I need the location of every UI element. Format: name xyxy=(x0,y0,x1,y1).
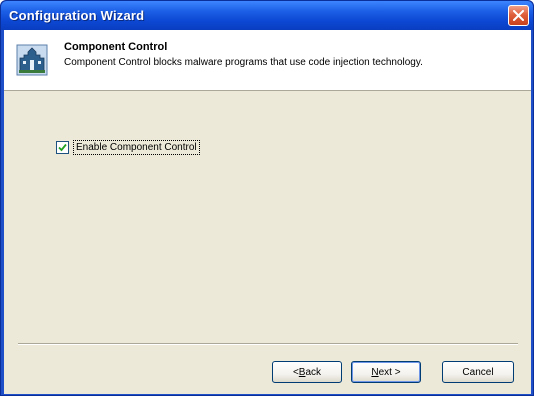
back-button[interactable]: < Back xyxy=(272,361,342,383)
window-title: Configuration Wizard xyxy=(9,8,145,23)
checkmark-icon xyxy=(58,143,67,151)
button-separator xyxy=(18,343,518,345)
wizard-header: Component Control Component Control bloc… xyxy=(4,30,531,91)
back-rest: ack xyxy=(305,366,322,378)
next-accel: N xyxy=(371,366,379,378)
close-x-icon xyxy=(513,10,524,21)
enable-component-control-option[interactable]: Enable Component Control xyxy=(56,139,200,155)
checkbox-label[interactable]: Enable Component Control xyxy=(73,139,200,155)
page-title: Component Control xyxy=(64,41,168,53)
cancel-label: Cancel xyxy=(462,366,494,378)
next-rest: ext > xyxy=(378,366,401,378)
title-bar[interactable]: Configuration Wizard xyxy=(1,1,533,30)
close-button[interactable] xyxy=(508,5,529,26)
wizard-castle-icon xyxy=(16,44,48,76)
page-description: Component Control blocks malware program… xyxy=(64,57,423,68)
enable-component-control-checkbox[interactable] xyxy=(56,140,69,154)
next-button[interactable]: Next > xyxy=(351,361,421,383)
wizard-body: Component Control Component Control bloc… xyxy=(4,30,531,394)
cancel-button[interactable]: Cancel xyxy=(442,361,514,383)
wizard-window: Configuration Wizard Component Control C… xyxy=(0,0,534,396)
back-accel: B xyxy=(298,366,306,378)
